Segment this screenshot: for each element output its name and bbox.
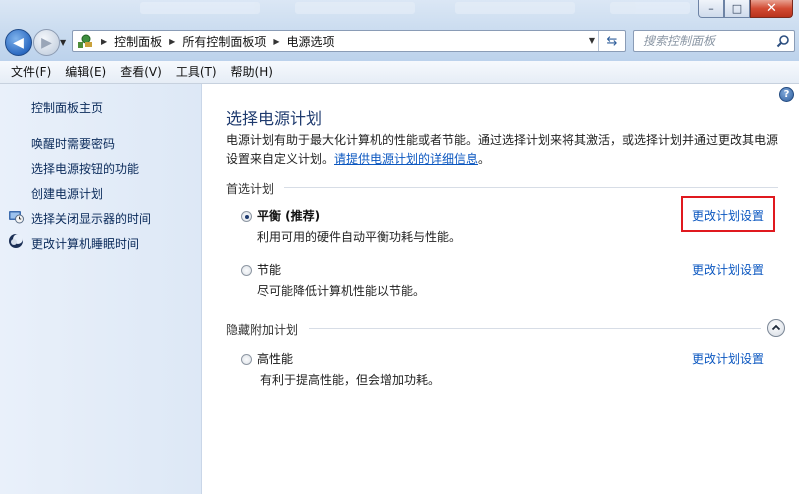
plan-balanced-radio[interactable] <box>241 211 252 222</box>
moon-sleep-icon <box>9 234 23 248</box>
breadcrumb-chevron-icon[interactable]: ▶ <box>273 37 279 46</box>
menu-help[interactable]: 帮助(H) <box>224 61 280 83</box>
sidebar-item-power-buttons[interactable]: 选择电源按钮的功能 <box>31 160 139 177</box>
main-content: ? 选择电源计划 电源计划有助于最大化计算机的性能或者节能。通过选择计划来将其激… <box>202 84 799 494</box>
sidebar-item-display-off-time[interactable]: 选择关闭显示器的时间 <box>31 210 151 227</box>
group-divider <box>309 328 761 329</box>
plan-saver-name[interactable]: 节能 <box>257 261 281 278</box>
menu-edit[interactable]: 编辑(E) <box>58 61 113 83</box>
group-divider <box>284 187 778 188</box>
control-panel-icon <box>76 33 94 49</box>
breadcrumb-chevron-icon[interactable]: ▶ <box>169 37 175 46</box>
plan-balanced-desc: 利用可用的硬件自动平衡功耗与性能。 <box>257 230 462 244</box>
sidebar-home-link[interactable]: 控制面板主页 <box>31 99 103 116</box>
sidebar-item-wake-password[interactable]: 唤醒时需要密码 <box>31 135 115 152</box>
plan-balanced-name[interactable]: 平衡 (推荐) <box>257 207 320 224</box>
recent-pages-dropdown[interactable]: ▼ <box>60 38 66 47</box>
chevron-up-icon <box>771 324 781 331</box>
sidebar: 控制面板主页 唤醒时需要密码 选择电源按钮的功能 创建电源计划 选择关闭显示器的… <box>0 84 202 494</box>
preferred-plans-label: 首选计划 <box>226 182 275 196</box>
menu-bar: 文件(F) 编辑(E) 查看(V) 工具(T) 帮助(H) <box>0 61 799 84</box>
ghost-tab <box>295 2 415 14</box>
plan-details-link[interactable]: 请提供电源计划的详细信息 <box>334 152 478 166</box>
help-icon[interactable]: ? <box>779 87 794 102</box>
breadcrumb-item[interactable]: 所有控制面板项 <box>182 33 266 50</box>
hidden-plans-label: 隐藏附加计划 <box>226 323 299 337</box>
address-dropdown[interactable]: ▼ <box>589 36 595 45</box>
forward-button[interactable]: ▶ <box>33 29 60 56</box>
description-end: 。 <box>478 152 491 166</box>
menu-file[interactable]: 文件(F) <box>4 61 58 83</box>
plan-saver-radio[interactable] <box>241 265 252 276</box>
address-bar[interactable]: ▶ 控制面板 ▶ 所有控制面板项 ▶ 电源选项 ▼ ⇆ <box>72 30 626 52</box>
refresh-icon: ⇆ <box>606 33 618 49</box>
close-button[interactable]: ✕ <box>750 0 793 18</box>
collapse-hidden-plans-button[interactable] <box>767 319 785 337</box>
plan-performance-desc: 有利于提高性能，但会增加功耗。 <box>260 373 441 387</box>
sidebar-item-sleep-time[interactable]: 更改计算机睡眠时间 <box>31 235 139 252</box>
menu-view[interactable]: 查看(V) <box>113 61 169 83</box>
minimize-button[interactable]: – <box>698 0 724 18</box>
ghost-tab <box>455 2 575 14</box>
background-taskbar-ghost <box>110 0 690 16</box>
breadcrumb-item[interactable]: 控制面板 <box>114 33 162 50</box>
search-input[interactable] <box>634 31 778 51</box>
page-description: 电源计划有助于最大化计算机的性能或者节能。通过选择计划来将其激活，或选择计划并通… <box>226 131 786 169</box>
breadcrumb: ▶ 控制面板 ▶ 所有控制面板项 ▶ 电源选项 <box>94 33 335 50</box>
back-button[interactable]: ◀ <box>5 29 32 56</box>
window-titlebar: – □ ✕ ◀ ▶ ▼ ▶ 控制面板 ▶ 所有控制面板项 ▶ 电源选项 ▼ ⇆ <box>0 0 799 61</box>
sidebar-item-create-plan[interactable]: 创建电源计划 <box>31 185 103 202</box>
ghost-tab <box>610 2 690 14</box>
refresh-button[interactable]: ⇆ <box>598 31 625 51</box>
ghost-tab <box>140 2 260 14</box>
monitor-clock-icon <box>9 211 24 224</box>
plan-performance-name[interactable]: 高性能 <box>257 350 293 367</box>
highlight-annotation <box>681 196 775 232</box>
arrow-right-icon: ▶ <box>41 34 52 51</box>
plan-saver-change-link[interactable]: 更改计划设置 <box>692 261 764 278</box>
plan-performance-radio[interactable] <box>241 354 252 365</box>
plan-saver-desc: 尽可能降低计算机性能以节能。 <box>257 284 426 298</box>
plan-performance-change-link[interactable]: 更改计划设置 <box>692 350 764 367</box>
maximize-button[interactable]: □ <box>724 0 750 18</box>
search-icon[interactable] <box>776 34 790 48</box>
arrow-left-icon: ◀ <box>13 34 24 51</box>
window-controls: – □ ✕ <box>698 0 793 19</box>
breadcrumb-chevron-icon[interactable]: ▶ <box>101 37 107 46</box>
menu-tools[interactable]: 工具(T) <box>169 61 224 83</box>
breadcrumb-item[interactable]: 电源选项 <box>287 33 335 50</box>
page-title: 选择电源计划 <box>226 109 323 128</box>
description-text: 电源计划有助于最大化计算机的性能或者节能。通过选择计划来将其激活，或选择计划并通… <box>226 133 779 166</box>
search-box[interactable] <box>633 30 795 52</box>
